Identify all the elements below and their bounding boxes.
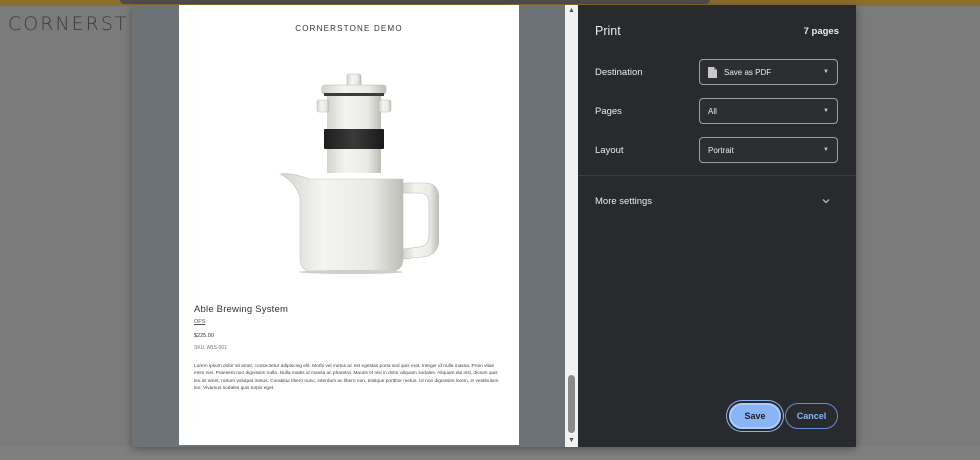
product-image <box>279 73 439 274</box>
pages-value: All <box>708 106 717 116</box>
background-page-bottom <box>0 446 980 460</box>
caret-down-icon: ▼ <box>823 108 829 114</box>
scroll-thumb[interactable] <box>568 375 575 433</box>
more-settings-toggle[interactable]: More settings <box>595 196 652 207</box>
pages-label: Pages <box>595 106 622 117</box>
address-bar-edge <box>120 0 710 4</box>
product-price: $225.00 <box>194 333 214 339</box>
preview-scrollbar[interactable]: ▲ ▼ <box>565 5 578 447</box>
product-sku: SKU: ABS-001 <box>194 345 227 351</box>
pages-select[interactable]: All ▼ <box>699 98 838 124</box>
document-icon <box>708 66 717 78</box>
product-title: Able Brewing System <box>194 304 289 315</box>
cancel-button[interactable]: Cancel <box>785 403 838 429</box>
dialog-title: Print <box>595 24 621 38</box>
save-button[interactable]: Save <box>729 403 781 429</box>
settings-divider <box>578 175 856 176</box>
scroll-up-arrow-icon[interactable]: ▲ <box>565 6 578 16</box>
sheet-count: 7 pages <box>803 26 839 37</box>
destination-label: Destination <box>595 67 643 78</box>
preview-page: CORNERSTONE DEMO Able Brewing System OFS… <box>179 5 519 445</box>
layout-select[interactable]: Portrait ▼ <box>699 137 838 163</box>
print-preview: CORNERSTONE DEMO Able Brewing System OFS… <box>132 5 578 447</box>
print-settings-panel: Print 7 pages Destination Save as PDF ▼ … <box>578 5 856 447</box>
product-brand-link: OFS <box>194 319 206 325</box>
caret-down-icon: ▼ <box>823 69 829 75</box>
destination-select[interactable]: Save as PDF ▼ <box>699 59 838 85</box>
print-dialog: CORNERSTONE DEMO Able Brewing System OFS… <box>132 5 856 447</box>
product-description: Lorem ipsum dolor sit amet, consectetur … <box>194 364 499 392</box>
chevron-down-icon[interactable] <box>820 195 832 207</box>
background-store-logo: CORNERST <box>8 13 129 35</box>
caret-down-icon: ▼ <box>823 147 829 153</box>
layout-label: Layout <box>595 145 624 156</box>
layout-value: Portrait <box>708 145 734 155</box>
destination-value: Save as PDF <box>724 67 772 77</box>
preview-store-name: CORNERSTONE DEMO <box>295 24 403 33</box>
scroll-down-arrow-icon[interactable]: ▼ <box>565 436 578 446</box>
